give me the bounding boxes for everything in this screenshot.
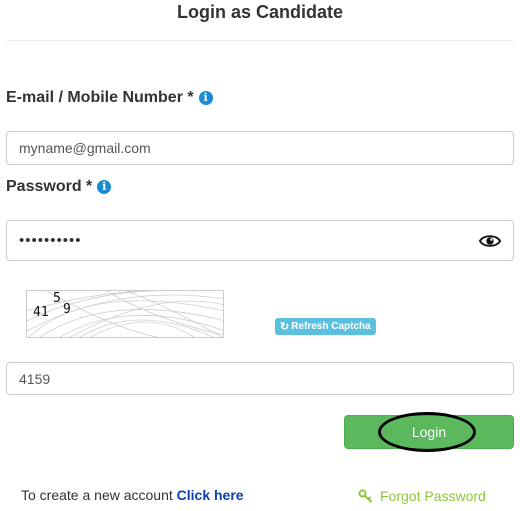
info-icon[interactable]: i [198, 91, 213, 105]
captcha-char: 41 [33, 305, 49, 320]
captcha-char: 9 [63, 302, 71, 317]
captcha-input-value: 4159 [19, 370, 51, 387]
password-value: •••••••••• [19, 232, 82, 249]
forgot-password-label: Forgot Password [380, 488, 486, 504]
login-button[interactable]: Login [344, 415, 514, 449]
info-icon[interactable]: i [97, 180, 112, 194]
password-label-row: Password * i [6, 178, 112, 196]
eye-icon[interactable] [479, 232, 501, 250]
page-title: Login as Candidate [176, 2, 344, 22]
create-account-row: To create a new account Click here [21, 487, 244, 503]
create-account-text: To create a new account [21, 487, 173, 503]
click-here-link[interactable]: Click here [177, 487, 244, 503]
email-value: myname@gmail.com [19, 140, 151, 156]
forgot-password-link[interactable]: Forgot Password [358, 488, 486, 504]
header-divider [6, 40, 514, 41]
password-label: Password * [6, 178, 93, 195]
captcha-input[interactable]: 4159 [6, 362, 514, 395]
login-button-label: Login [411, 424, 447, 440]
password-field[interactable]: •••••••••• [6, 220, 514, 261]
email-label-row: E-mail / Mobile Number * i [6, 89, 213, 107]
email-field[interactable]: myname@gmail.com [6, 131, 514, 165]
key-icon [358, 489, 373, 503]
email-label: E-mail / Mobile Number * [6, 89, 194, 106]
captcha-image: 41 5 9 [26, 290, 224, 338]
refresh-captcha-button[interactable]: ↻ Refresh Captcha [275, 318, 376, 335]
refresh-captcha-label: Refresh Captcha [291, 321, 371, 332]
refresh-icon: ↻ [280, 321, 290, 333]
captcha-char: 5 [53, 291, 61, 306]
